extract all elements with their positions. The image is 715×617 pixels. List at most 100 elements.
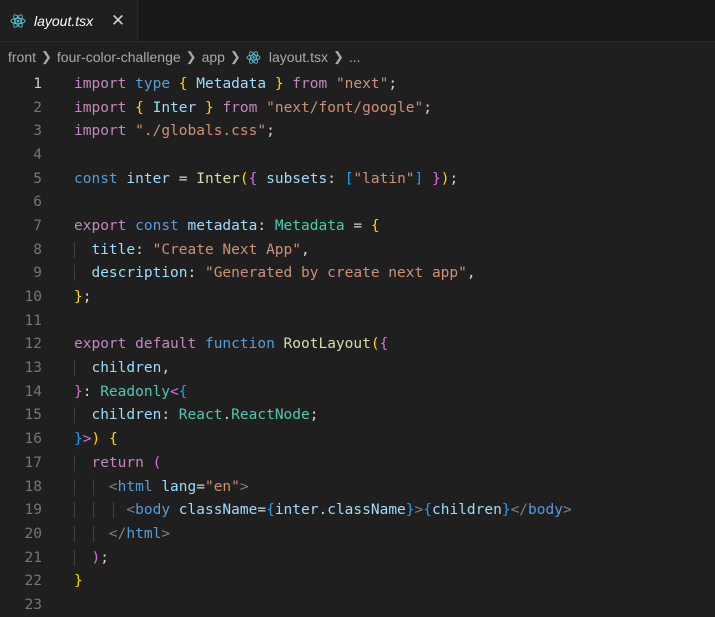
code-token: children	[91, 407, 162, 424]
line-number: 15	[24, 407, 42, 424]
code-token: <	[108, 478, 118, 495]
code-text: children,	[74, 360, 170, 377]
code-text: </html>	[74, 525, 171, 542]
line-number: 4	[33, 146, 42, 163]
code-line[interactable]: 16}>) {	[0, 427, 715, 451]
breadcrumb-item-layout-tsx[interactable]: layout.tsx	[269, 49, 328, 65]
code-token: {	[178, 75, 188, 92]
code-token: }	[74, 431, 83, 448]
code-token: ]	[414, 170, 424, 187]
code-token: title	[91, 241, 136, 258]
code-token: >	[161, 525, 171, 542]
code-editor[interactable]: 1 import type { Metadata } from "next"; 2 i…	[0, 72, 715, 617]
code-token: "next/font/google"	[266, 99, 424, 116]
code-token: ;	[100, 549, 109, 566]
code-line[interactable]: 20 </html>	[0, 522, 715, 546]
code-token: (	[370, 336, 380, 353]
code-line[interactable]: 22}	[0, 569, 715, 593]
code-token: from	[292, 75, 328, 92]
indent-guide	[74, 265, 75, 282]
indent-guide	[74, 360, 75, 377]
code-line[interactable]: 17 return (	[0, 451, 715, 475]
code-token: children	[91, 360, 162, 377]
chevron-right-icon: ❯	[41, 49, 52, 64]
code-line[interactable]: 13 children,	[0, 356, 715, 380]
code-line[interactable]: 18 <html lang="en">	[0, 475, 715, 499]
code-text: import { Inter } from "next/font/google"…	[74, 100, 432, 116]
code-token: ;	[449, 170, 459, 187]
code-token: }	[204, 99, 214, 116]
code-token: export	[74, 217, 127, 234]
indent-guide	[112, 502, 114, 519]
code-token: className	[327, 502, 406, 519]
chevron-right-icon: ❯	[229, 49, 241, 64]
code-line[interactable]: 10};	[0, 285, 715, 309]
breadcrumb-item-four-color-challenge[interactable]: four-color-challenge	[57, 49, 181, 65]
breadcrumb-item-front[interactable]: front	[8, 49, 36, 65]
code-line[interactable]: 3 import "./globals.css";	[0, 119, 715, 143]
code-line[interactable]: 6	[0, 190, 715, 214]
code-token: children	[432, 502, 502, 519]
code-token: >	[562, 502, 572, 519]
code-line[interactable]: 19 <body className={inter.className}>{ch…	[0, 498, 715, 522]
code-text: };	[74, 289, 91, 305]
code-token: return	[91, 454, 144, 471]
code-token: "next"	[335, 75, 389, 92]
code-line[interactable]: 7 export const metadata: Metadata = {	[0, 214, 715, 238]
breadcrumb-item-more[interactable]: ...	[349, 49, 361, 65]
code-token: </	[510, 502, 529, 519]
code-text: );	[74, 549, 109, 566]
code-token: ;	[309, 407, 319, 424]
code-token: {	[135, 99, 144, 116]
code-line[interactable]: 2 import { Inter } from "next/font/google…	[0, 96, 715, 120]
code-token: import	[74, 99, 127, 116]
line-number: 11	[24, 312, 42, 329]
breadcrumb-item-app[interactable]: app	[202, 49, 225, 65]
code-token: )	[91, 431, 101, 448]
code-token: ,	[466, 265, 476, 282]
code-line[interactable]: 4	[0, 143, 715, 167]
code-text: export const metadata: Metadata = {	[74, 218, 380, 234]
chevron-right-icon: ❯	[185, 49, 197, 64]
code-line[interactable]: 11	[0, 309, 715, 333]
chevron-right-icon: ❯	[332, 49, 344, 64]
code-token: }	[74, 573, 83, 590]
code-token: .	[318, 502, 328, 519]
code-line[interactable]: 12 export default function RootLayout({	[0, 333, 715, 357]
code-line[interactable]: 21 );	[0, 546, 715, 570]
indent-guide	[74, 454, 75, 471]
code-token: :	[187, 265, 205, 282]
code-line[interactable]: 9 description: "Generated by create next…	[0, 262, 715, 286]
line-number: 13	[24, 360, 42, 377]
code-line[interactable]: 14}: Readonly<{	[0, 380, 715, 404]
code-token: Inter	[152, 99, 197, 116]
code-token: :	[257, 217, 275, 234]
code-token: <	[126, 502, 136, 519]
code-line[interactable]: 23	[0, 593, 715, 617]
close-icon[interactable]: ✕	[107, 10, 129, 32]
code-token: Metadata	[196, 75, 267, 92]
code-token: >	[414, 502, 424, 519]
code-token: html	[126, 525, 162, 542]
code-text: export default function RootLayout({	[74, 336, 388, 352]
code-text: <body className={inter.className}>{child…	[74, 502, 572, 519]
code-line[interactable]: 15 children: React.ReactNode;	[0, 404, 715, 428]
code-line[interactable]: 5 const inter = Inter({ subsets: ["latin"…	[0, 167, 715, 191]
code-line[interactable]: 8 title: "Create Next App",	[0, 238, 715, 262]
code-token: {	[108, 431, 118, 448]
code-text: description: "Generated by create next a…	[74, 265, 476, 282]
code-token: ;	[82, 289, 92, 306]
code-token: >	[239, 478, 249, 495]
code-line[interactable]: 1 import type { Metadata } from "next";	[0, 72, 715, 96]
tab-layout-tsx[interactable]: layout.tsx ✕	[0, 0, 138, 41]
code-token: export	[74, 336, 127, 353]
line-number: 10	[24, 289, 42, 306]
